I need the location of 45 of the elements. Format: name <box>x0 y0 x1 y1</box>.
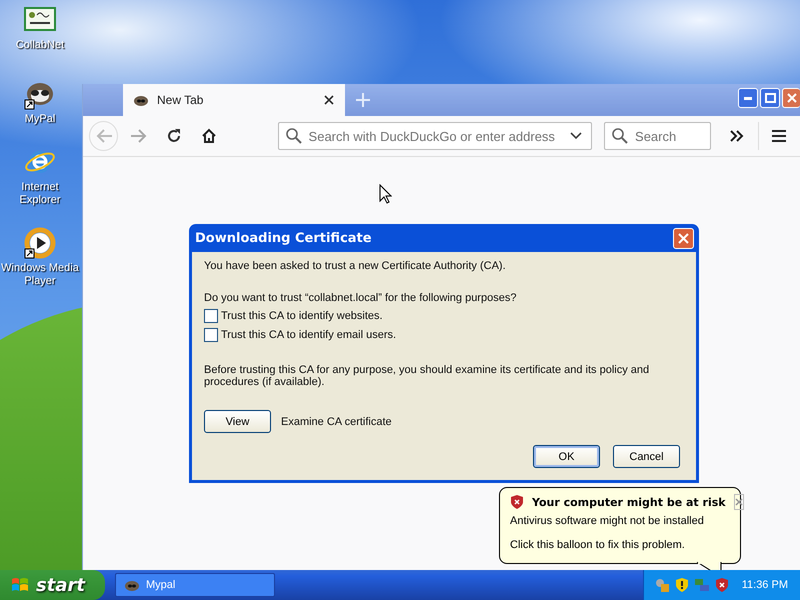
dropdown-caret-icon <box>570 132 582 140</box>
browser-tab[interactable]: New Tab <box>123 84 345 116</box>
view-button[interactable]: View <box>204 410 271 433</box>
reload-icon <box>166 128 182 144</box>
search-field[interactable]: Search <box>604 122 711 150</box>
clock: 11:36 PM <box>742 579 788 591</box>
balloon-title: Your computer might be at risk <box>532 496 726 508</box>
cancel-button[interactable]: Cancel <box>613 445 680 468</box>
minimize-icon <box>744 96 752 100</box>
back-arrow-icon <box>94 128 113 144</box>
menu-icon <box>772 130 786 142</box>
taskbar-button[interactable]: Mypal <box>114 573 275 597</box>
maximize-icon <box>764 93 776 103</box>
double-chevron-icon <box>729 129 746 143</box>
question-text: Do you want to trust “collabnet.local” for the following purposes? <box>204 292 518 304</box>
play-disc-icon <box>24 227 56 259</box>
close-icon <box>786 93 796 103</box>
close-icon <box>734 498 743 506</box>
balloon-text[interactable]: Click this balloon to fix this problem. <box>510 539 730 551</box>
advice-text: Before trusting this CA for any purpose, you should examine its certificate and its policy and procedures (if available). <box>204 364 650 388</box>
checkbox-label[interactable]: Trust this CA to identify email users. <box>221 329 396 341</box>
dialog-title: Downloading Certificate <box>195 230 372 246</box>
home-icon <box>200 128 217 144</box>
mouse-cursor-icon <box>379 184 392 204</box>
start-button[interactable]: start <box>0 570 105 600</box>
maximize-button[interactable] <box>760 88 780 108</box>
shield-icon <box>510 494 524 510</box>
close-icon <box>678 232 689 244</box>
close-tab-icon <box>323 94 335 106</box>
checkbox[interactable] <box>204 309 218 323</box>
desktop-icon-label[interactable]: Internet Explorer <box>0 181 80 207</box>
intro-text: You have been asked to trust a new Certificate Authority (CA). <box>204 260 507 272</box>
checkbox-label[interactable]: Trust this CA to identify websites. <box>221 310 383 322</box>
new-tab-icon <box>355 92 371 108</box>
view-label: Examine CA certificate <box>281 416 392 428</box>
windows-flag-icon <box>10 576 30 594</box>
search-icon <box>612 128 628 144</box>
close-button[interactable] <box>734 494 744 510</box>
checkbox[interactable] <box>204 328 218 342</box>
search-icon <box>286 128 302 144</box>
minimize-button[interactable] <box>738 88 758 108</box>
balloon-text[interactable]: Antivirus software might not be installed <box>510 515 730 527</box>
ok-button[interactable]: OK <box>533 445 600 468</box>
address-field[interactable]: Search with DuckDuckGo or enter address <box>278 122 592 150</box>
forward-arrow-icon <box>130 128 148 144</box>
